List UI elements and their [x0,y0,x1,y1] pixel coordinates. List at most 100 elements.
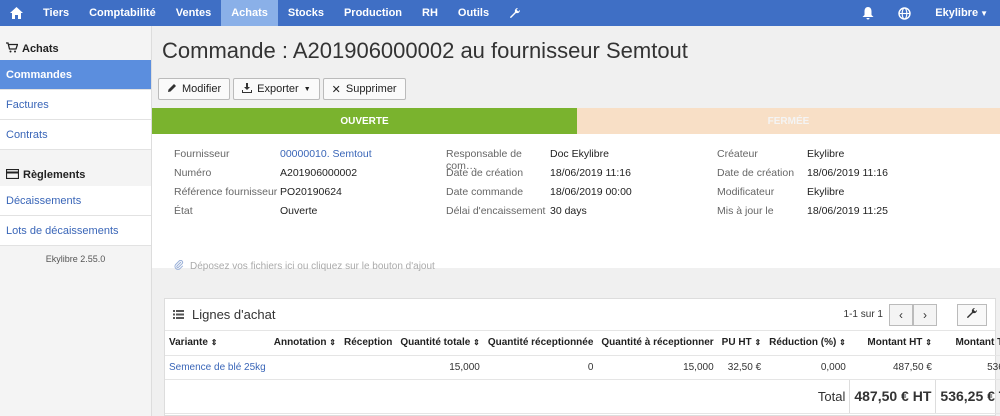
sidebar: Achats Commandes Factures Contrats Règle… [0,26,152,416]
purchase-lines-panel: Lignes d'achat 1-1 sur 1 ‹ › Variante ⇕ [164,298,1000,416]
supplier-ref-value: PO20190624 [280,186,342,198]
status-closed[interactable]: FERMÉE [577,108,1000,134]
list-icon [173,307,184,322]
sidebar-item-commandes[interactable]: Commandes [0,60,151,90]
pagination-info: 1-1 sur 1 [843,309,883,320]
created-at-value: 18/06/2019 11:16 [550,167,631,179]
next-page-button[interactable]: › [913,303,937,326]
col-qte-recue: Quantité réceptionnée [483,331,598,356]
responsible-label: Responsable de com… [446,148,522,172]
chevron-down-icon: ▼ [980,8,988,18]
supplier-ref-label: Référence fournisseur [174,186,278,198]
order-date-label: Date commande [446,186,524,198]
supplier-label: Fournisseur [174,148,230,160]
export-button[interactable]: Exporter ▼ [233,78,320,100]
sidebar-item-decaissements[interactable]: Décaissements [0,186,151,216]
globe-icon[interactable] [886,0,923,26]
wrench-icon [966,307,978,322]
nav-outils[interactable]: Outils [448,0,499,26]
col-montant-ht[interactable]: Montant HT ⇕ [849,331,936,356]
col-variante[interactable]: Variante ⇕ [165,331,270,356]
number-value: A201906000002 [280,167,358,179]
col-reduction[interactable]: Réduction (%) ⇕ [765,331,850,356]
download-icon [242,82,253,96]
payment-delay-label: Délai d'encaissement [446,205,546,217]
state-label: État [174,205,193,217]
updated-at-value: 18/06/2019 11:25 [807,205,888,217]
sort-icon: ⇕ [473,338,480,348]
creation-date-label: Date de création [717,167,795,179]
order-info-panel: Fournisseur 00000010. Semtout Numéro A2019… [152,134,1000,268]
sort-icon: ⇕ [839,338,846,348]
wrench-icon[interactable] [499,0,531,26]
app-version: Ekylibre 2.55.0 [45,254,106,264]
total-ht: 487,50 € HT [849,379,936,414]
cell-qte-totale: 15,000 [396,355,484,380]
paperclip-icon [174,259,184,273]
creator-label: Créateur [717,148,758,160]
nav-comptabilite[interactable]: Comptabilité [79,0,166,26]
sort-icon: ⇕ [754,338,762,348]
page-title: Commande : A201906000002 au fournisseur … [162,38,688,63]
credit-card-icon [5,168,20,182]
close-icon: ✕ [331,83,341,96]
number-label: Numéro [174,167,212,179]
nav-achats[interactable]: Achats [221,0,278,26]
nav-rh[interactable]: RH [412,0,448,26]
col-pu-ht[interactable]: PU HT ⇕ [717,331,766,356]
order-date-value: 18/06/2019 00:00 [550,186,632,198]
sort-icon: ⇕ [210,338,218,348]
purchase-lines-table: Variante ⇕ Annotation ⇕ Réception Quanti… [165,331,1000,414]
nav-stocks[interactable]: Stocks [278,0,334,26]
cell-pu-ht: 32,50 € [717,355,766,380]
variante-link[interactable]: Semence de blé 25kg [165,355,270,380]
col-montant-ttc[interactable]: Montant TTC ⇕ [935,331,1000,356]
created-at-label: Date de création [446,167,524,179]
sidebar-section-reglements: Règlements [0,164,151,186]
info-column-2: Responsable de com… Doc Ekylibre Date de … [446,148,632,224]
cell-annotation [269,355,340,380]
sidebar-item-contrats[interactable]: Contrats [0,120,151,150]
cell-qte-recue: 0 [483,355,598,380]
chevron-left-icon: ‹ [899,307,903,322]
delete-button[interactable]: ✕ Supprimer [322,78,406,100]
sidebar-item-lots-decaissements[interactable]: Lots de décaissements [0,216,151,246]
total-row: Total 487,50 € HT 536,25 € TTC [165,379,1000,414]
nav-ventes[interactable]: Ventes [166,0,221,26]
nav-production[interactable]: Production [334,0,412,26]
col-annotation[interactable]: Annotation ⇕ [269,331,340,356]
table-settings-button[interactable] [957,303,987,326]
nav-tiers[interactable]: Tiers [33,0,79,26]
modifier-label: Modificateur [717,186,775,198]
home-icon[interactable] [0,0,33,26]
caret-down-icon: ▼ [303,85,311,93]
user-menu[interactable]: Ekylibre ▼ [923,0,1000,26]
supplier-link[interactable]: 00000010. Semtout [280,148,372,167]
col-qte-totale[interactable]: Quantité totale ⇕ [396,331,484,356]
sidebar-section-achats: Achats [0,38,151,60]
creation-date-value: 18/06/2019 11:16 [807,167,888,179]
main-content: Commande : A201906000002 au fournisseur … [152,26,1000,416]
cell-reduction: 0,000 [765,355,850,380]
updated-at-label: Mis à jour le [717,205,774,217]
sidebar-item-factures[interactable]: Factures [0,90,151,120]
pencil-icon [167,83,177,96]
cart-icon [6,42,19,56]
toolbar: Modifier Exporter ▼ ✕ Supprimer [158,78,406,100]
info-column-3: Créateur Ekylibre Date de création 18/06/2… [717,148,888,224]
user-name: Ekylibre [935,7,979,19]
top-navbar: Tiers Comptabilité Ventes Achats Stocks … [0,0,1000,26]
col-qte-a-recevoir: Quantité à réceptionner [597,331,718,356]
payment-delay-value: 30 days [550,205,587,217]
edit-button[interactable]: Modifier [158,78,231,100]
chevron-right-icon: › [923,307,927,322]
sort-icon: ⇕ [329,338,336,348]
bell-icon[interactable] [850,0,886,26]
table-row: Semence de blé 25kg 15,000 0 15,000 32,5… [165,355,1000,380]
prev-page-button[interactable]: ‹ [889,303,913,326]
sort-icon: ⇕ [925,338,932,348]
state-value: Ouverte [280,205,318,217]
cell-montant-ttc: 536,25 € [935,355,1000,380]
status-open[interactable]: OUVERTE [152,108,577,134]
file-dropzone[interactable]: Déposez vos fichiers ici ou cliquez sur … [174,259,435,273]
